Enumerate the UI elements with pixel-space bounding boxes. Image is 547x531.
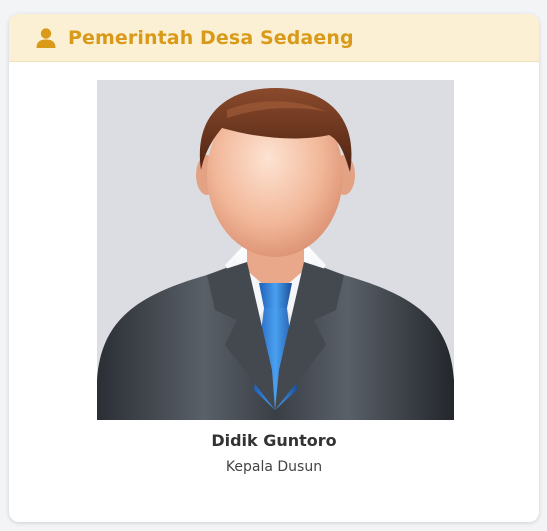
profile-photo[interactable] [97,80,454,420]
person-role: Kepala Dusun [225,459,323,475]
person-name: Didik Guntoro [211,431,337,450]
card-header: Pemerintah Desa Sedaeng [9,14,539,62]
user-icon [35,27,57,49]
card-title: Pemerintah Desa Sedaeng [68,26,354,49]
male-avatar-icon [97,88,454,420]
profile-card: Pemerintah Desa Sedaeng Didik Guntoro Ke… [9,14,539,522]
